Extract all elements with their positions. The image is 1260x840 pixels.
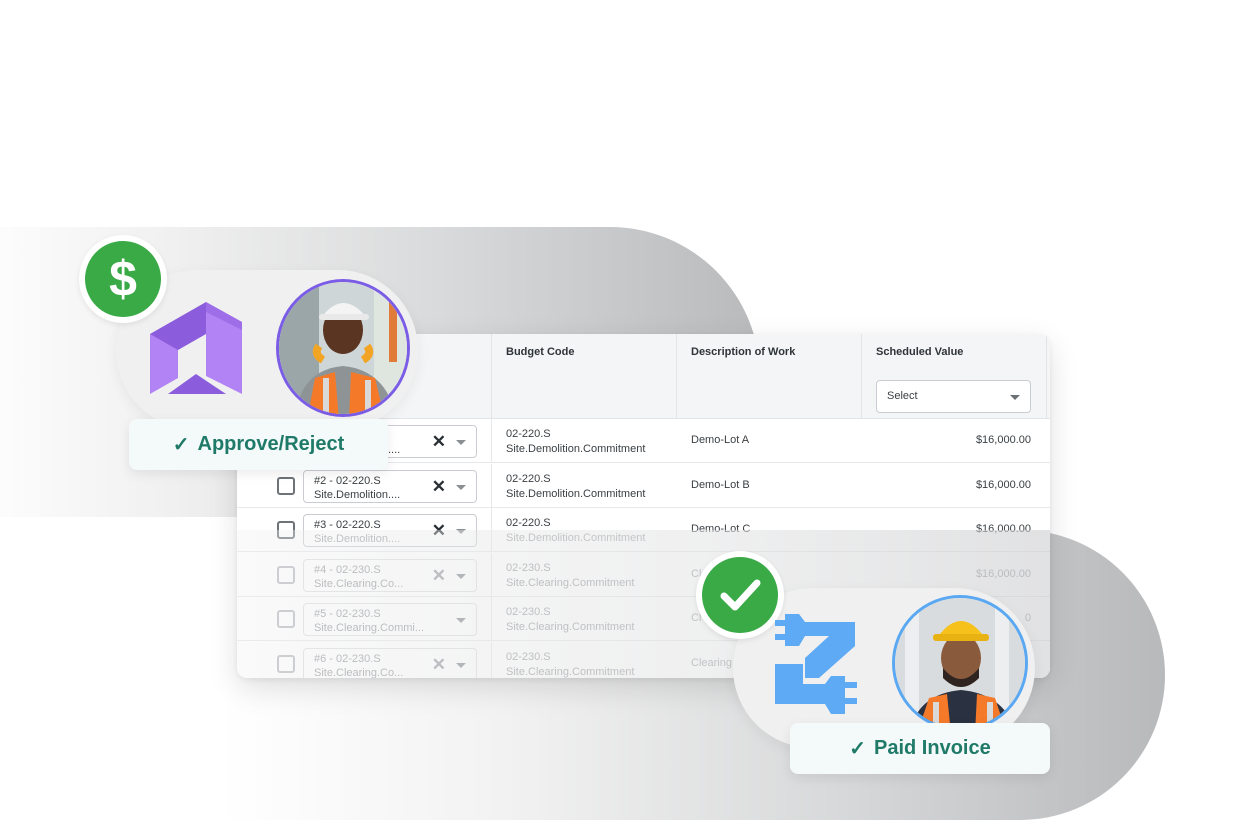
column-header-divider [1046,334,1050,419]
chevron-down-icon[interactable] [456,618,466,623]
description-cell: Demo-Lot C [691,523,751,535]
row-checkbox[interactable] [277,610,295,628]
select-value: Select [887,390,918,402]
chevron-down-icon [1010,395,1020,400]
column-divider [491,508,492,551]
checkmark-icon: ✓ [849,738,867,760]
check-badge [696,551,784,639]
paid-invoice-text: Paid Invoice [874,737,991,759]
budget-code-description: Site.Demolition.Commitment [506,532,646,544]
checkmark-circle-icon [702,557,778,633]
row-checkbox[interactable] [277,521,295,539]
scheduled-value-cell: $16,000.00 [975,434,1031,446]
budget-code-cell: 02-220.S Site.Demolition.Commitment [506,516,645,546]
budget-code-description: Site.Clearing.Commitment [506,576,635,589]
column-divider [491,419,492,462]
column-divider [491,463,492,507]
budget-code-description: Site.Demolition.Commitment [506,443,646,455]
approve-reject-text: Approve/Reject [197,433,345,455]
checkmark-icon: ✓ [172,434,190,456]
commitment-line-select[interactable]: #3 - 02-220.S Site.Demolition.... ✕ [303,514,477,547]
scheduled-value-cell: $16,000.00 [975,523,1031,535]
column-header-budget-code[interactable]: Budget Code [491,334,676,419]
budget-code: 02-220.S [506,428,551,440]
plug-connector-icon [775,614,857,714]
budget-code-cell: 02-230.S Site.Clearing.Commitment [506,561,634,591]
avatar-worker-approver [276,279,410,417]
commitment-line-select[interactable]: #2 - 02-220.S Site.Demolition.... ✕ [303,469,477,503]
table-row[interactable]: #2 - 02-220.S Site.Demolition.... ✕ 02-220.… [237,463,1050,508]
column-divider [491,552,492,596]
budget-code-description: Site.Clearing.Commitment [506,665,635,678]
budget-code: 02-220.S [506,472,551,485]
chevron-down-icon[interactable] [456,440,466,445]
budget-code-description: Site.Demolition.Commitment [506,487,646,500]
budget-code: 02-230.S [506,650,551,663]
scheduled-value-filter-select[interactable]: Select [876,380,1031,413]
scheduled-value-cell: $16,000.00 [975,567,1031,580]
clear-icon[interactable]: ✕ [432,478,446,495]
description-cell: Demo-Lot A [691,434,750,446]
clear-icon[interactable]: ✕ [432,656,446,673]
budget-code-cell: 02-220.S Site.Demolition.Commitment [506,427,645,457]
budget-code-description: Site.Clearing.Commitment [506,621,635,633]
column-divider [491,641,492,678]
budget-code: 02-230.S [506,606,551,618]
row-checkbox[interactable] [277,654,295,673]
chevron-down-icon[interactable] [456,484,466,490]
scheduled-value-cell: $16,000.00 [975,478,1031,491]
clear-icon[interactable]: ✕ [432,433,446,450]
clear-icon[interactable]: ✕ [432,567,446,584]
commitment-line-select[interactable]: #5 - 02-230.S Site.Clearing.Commi... [303,603,477,636]
avatar-worker-payee [892,595,1028,731]
commitment-line-select[interactable]: #6 - 02-230.S Site.Clearing.Co... ✕ [303,647,477,678]
approve-reject-label: ✓ Approve/Reject [129,419,388,470]
row-checkbox[interactable] [277,565,295,584]
budget-code: 02-230.S [506,561,551,574]
description-cell: Demo-Lot B [691,478,750,491]
chevron-down-icon[interactable] [456,662,466,668]
table-row[interactable]: #3 - 02-220.S Site.Demolition.... ✕ 02-220.… [237,508,1050,552]
budget-code-cell: 02-230.S Site.Clearing.Commitment [506,605,634,635]
clear-icon[interactable]: ✕ [432,522,446,539]
column-header-description[interactable]: Description of Work [676,334,861,419]
scheduled-value-cell: 0 [1024,612,1031,624]
column-divider [491,597,492,640]
commitment-line-name: Site.Clearing.Commi... [314,622,425,634]
chevron-down-icon[interactable] [456,529,466,534]
budget-code-cell: 02-220.S Site.Demolition.Commitment [506,472,645,502]
row-checkbox[interactable] [277,476,295,495]
commitment-line-select[interactable]: #4 - 02-230.S Site.Clearing.Co... ✕ [303,558,477,592]
purple-brand-logo-icon [150,302,242,394]
description-cell: Clearing [691,656,732,669]
paid-invoice-label: ✓ Paid Invoice [790,723,1050,774]
budget-code-cell: 02-230.S Site.Clearing.Commitment [506,650,634,679]
chevron-down-icon[interactable] [456,573,466,579]
budget-code: 02-220.S [506,517,551,529]
commitment-line-number: #5 - 02-230.S [314,608,381,620]
